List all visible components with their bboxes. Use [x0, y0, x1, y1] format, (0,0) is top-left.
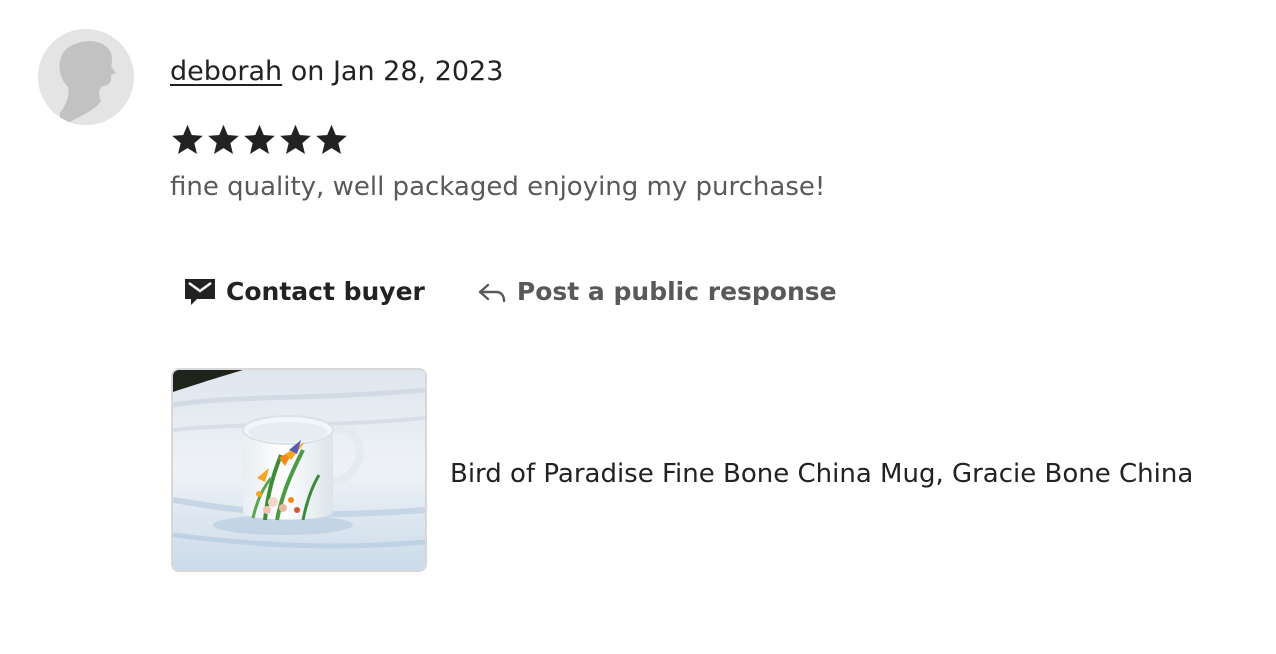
review-actions: Contact buyer Post a public response	[184, 276, 837, 306]
contact-buyer-label: Contact buyer	[226, 276, 425, 306]
star-icon	[314, 122, 349, 158]
star-icon	[170, 122, 205, 158]
post-public-response-label: Post a public response	[516, 276, 837, 306]
envelope-icon	[184, 276, 216, 306]
product-title-link[interactable]: Bird of Paradise Fine Bone China Mug, Gr…	[450, 456, 1193, 492]
star-icon	[242, 122, 277, 158]
star-icon	[278, 122, 313, 158]
product-image	[173, 370, 425, 570]
review-text: fine quality, well packaged enjoying my …	[170, 172, 826, 202]
star-icon	[206, 122, 241, 158]
review-date: on Jan 28, 2023	[282, 56, 504, 87]
post-public-response-button[interactable]: Post a public response	[477, 277, 837, 306]
star-rating	[170, 122, 349, 158]
review-card: deborah on Jan 28, 2023 fine quality, we…	[0, 0, 1276, 654]
reviewer-name-link[interactable]: deborah	[170, 56, 282, 87]
product-thumbnail[interactable]	[171, 368, 427, 572]
contact-buyer-button[interactable]: Contact buyer	[184, 276, 425, 306]
avatar[interactable]	[38, 29, 134, 125]
default-user-silhouette-icon	[38, 29, 134, 125]
reply-arrow-icon	[477, 277, 507, 305]
review-byline: deborah on Jan 28, 2023	[170, 55, 503, 89]
